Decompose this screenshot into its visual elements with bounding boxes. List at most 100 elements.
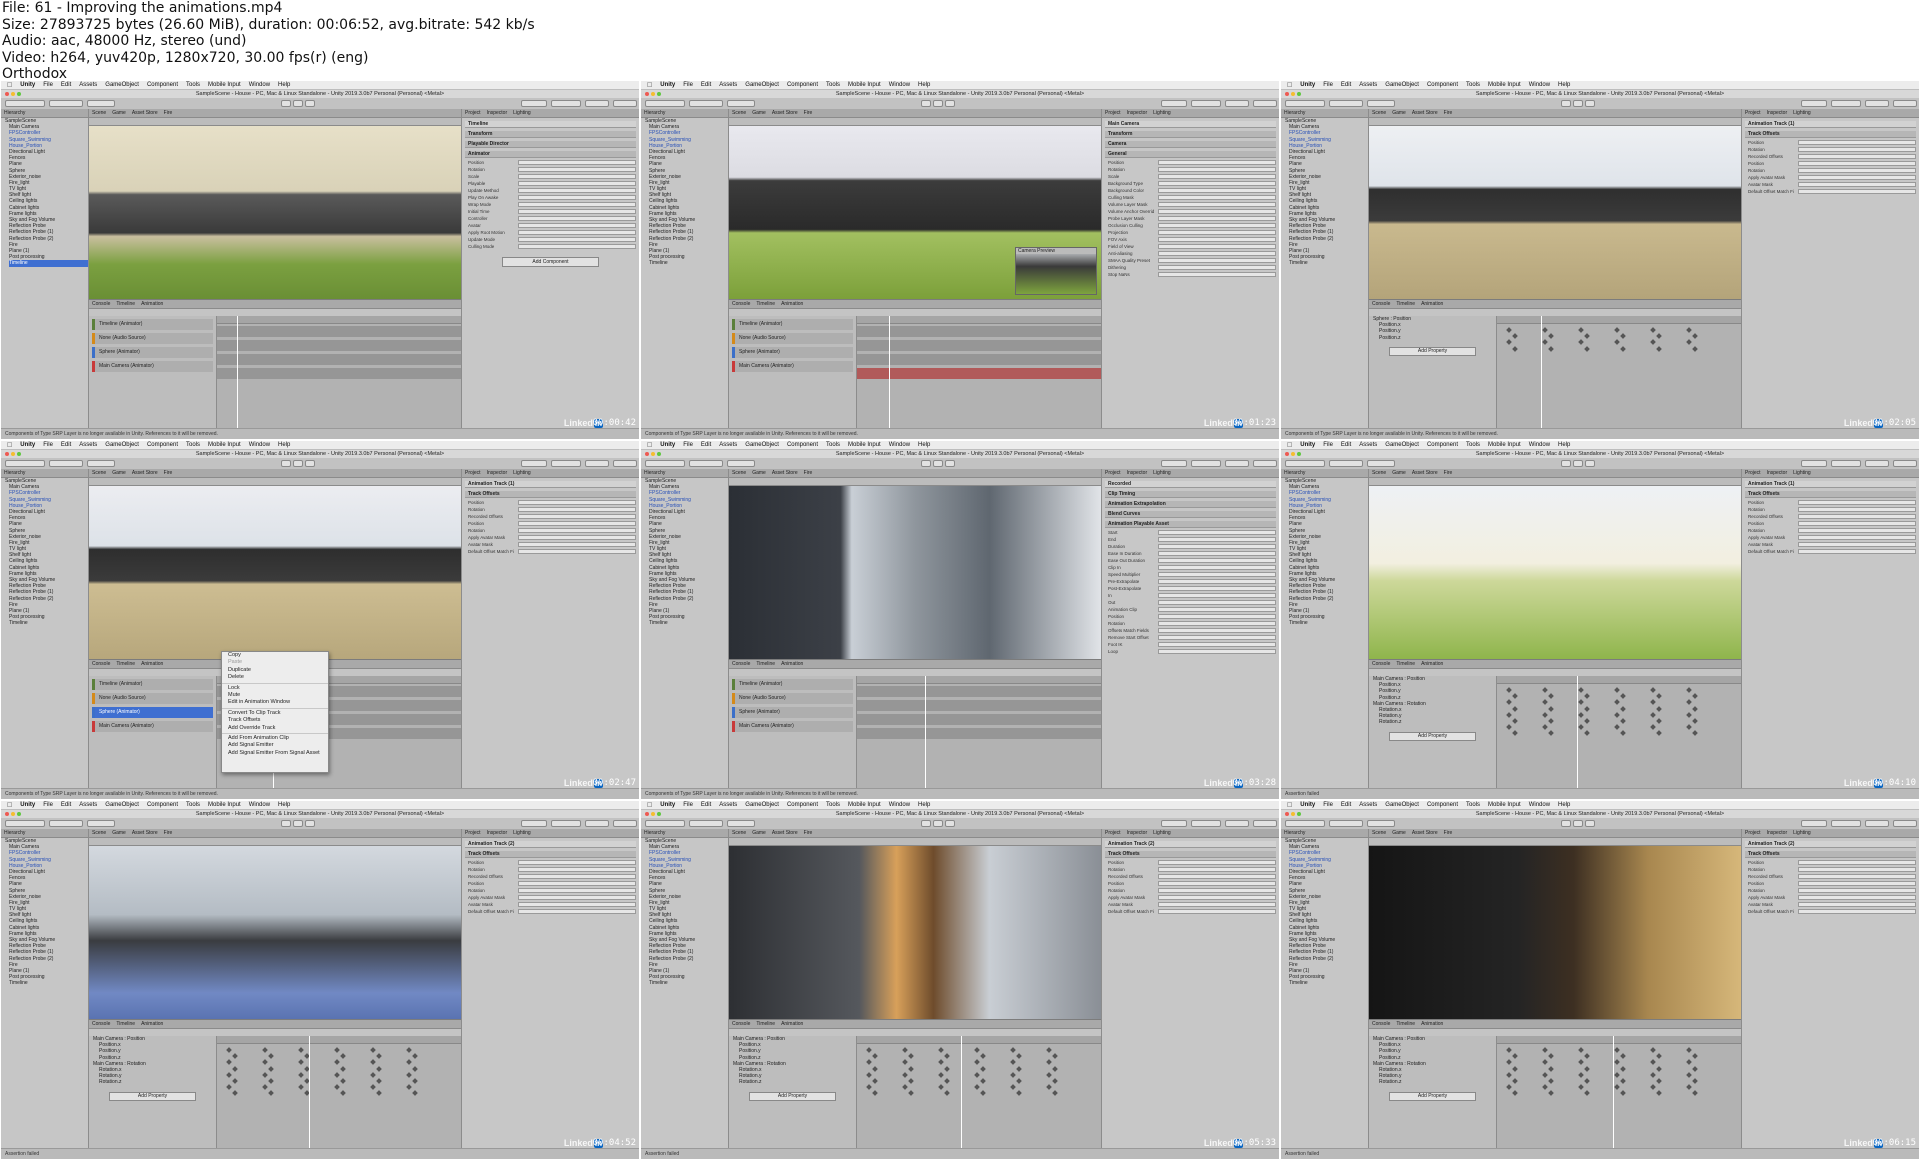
menu-item-window[interactable]: Window: [889, 442, 910, 448]
inspector-field[interactable]: [1158, 202, 1276, 207]
keyframe-icon[interactable]: [1010, 1059, 1016, 1066]
tab-hierarchy[interactable]: Hierarchy: [641, 469, 668, 477]
toolbar-button[interactable]: [1367, 460, 1395, 467]
keyframe-icon[interactable]: [1650, 1047, 1656, 1053]
tab-project[interactable]: Project: [462, 469, 484, 477]
inspector-field[interactable]: [1798, 507, 1916, 512]
keyframe-icon[interactable]: [1650, 1084, 1656, 1091]
keyframe-icon[interactable]: [1650, 687, 1656, 693]
inspector-section[interactable]: General: [1105, 151, 1276, 158]
keyframe-icon[interactable]: [1548, 333, 1554, 340]
playhead[interactable]: [237, 316, 238, 430]
toolbar-button[interactable]: [1561, 100, 1571, 107]
inspector-section[interactable]: Transform: [465, 131, 636, 138]
toolbar-button[interactable]: [585, 100, 609, 107]
menu-item-gameobject[interactable]: GameObject: [105, 82, 139, 88]
menu-item-component[interactable]: Component: [147, 82, 178, 88]
inspector-field[interactable]: [518, 209, 636, 214]
menu-item-help[interactable]: Help: [1558, 802, 1570, 808]
tab-hierarchy[interactable]: Hierarchy: [1281, 829, 1308, 837]
keyframe-icon[interactable]: [1578, 327, 1584, 333]
inspector-field[interactable]: [1158, 230, 1276, 235]
toolbar-button[interactable]: [1367, 100, 1395, 107]
menu-item-tools[interactable]: Tools: [826, 82, 840, 88]
keyframe-icon[interactable]: [1046, 1071, 1052, 1078]
toolbar-button[interactable]: [689, 100, 723, 107]
keyframe-icon[interactable]: [1046, 1059, 1052, 1066]
inspector-field[interactable]: [518, 528, 636, 533]
keyframe-icon[interactable]: [902, 1047, 908, 1053]
inspector-field[interactable]: [1158, 614, 1276, 619]
keyframe-icon[interactable]: [1052, 1065, 1058, 1072]
menu-item-gameobject[interactable]: GameObject: [1385, 82, 1419, 88]
menu-item-file[interactable]: File: [683, 82, 693, 88]
keyframe-icon[interactable]: [1578, 1047, 1584, 1053]
tab-scene[interactable]: Scene: [729, 469, 749, 477]
toolbar-button[interactable]: [585, 460, 609, 467]
add-property-button[interactable]: Add Property: [1389, 346, 1476, 356]
context-menu-item[interactable]: Copy: [222, 652, 328, 659]
hierarchy-item[interactable]: Timeline: [649, 980, 728, 986]
keyframe-icon[interactable]: [1656, 718, 1662, 724]
minimize-button[interactable]: [651, 92, 655, 96]
menu-item-help[interactable]: Help: [1558, 442, 1570, 448]
minimize-button[interactable]: [1291, 452, 1295, 456]
keyframe-icon[interactable]: [1650, 1059, 1656, 1066]
keyframe-icon[interactable]: [1686, 1047, 1692, 1053]
menu-item-file[interactable]: File: [43, 442, 53, 448]
menu-item-file[interactable]: File: [683, 802, 693, 808]
menu-item-assets[interactable]: Assets: [719, 82, 737, 88]
keyframe-icon[interactable]: [406, 1047, 412, 1053]
menu-item-edit[interactable]: Edit: [61, 802, 71, 808]
menu-item-window[interactable]: Window: [1529, 82, 1550, 88]
tab-fire[interactable]: Fire: [801, 109, 816, 117]
tab-scene[interactable]: Scene: [1369, 109, 1389, 117]
toolbar-button[interactable]: [1329, 820, 1363, 827]
keyframe-icon[interactable]: [872, 1090, 878, 1097]
menu-item-unity[interactable]: Unity: [20, 442, 35, 448]
keyframe-icon[interactable]: [1052, 1053, 1058, 1060]
menu-item-mobile-input[interactable]: Mobile Input: [848, 82, 881, 88]
keyframe-icon[interactable]: [340, 1053, 346, 1060]
toolbar-button[interactable]: [281, 820, 291, 827]
tab-project[interactable]: Project: [1102, 109, 1124, 117]
inspector-field[interactable]: [518, 216, 636, 221]
inspector-field[interactable]: [1158, 860, 1276, 865]
keyframe-icon[interactable]: [938, 1084, 944, 1091]
keyframe-icon[interactable]: [226, 1047, 232, 1053]
toolbar-button[interactable]: [551, 100, 581, 107]
keyframe-icon[interactable]: [232, 1065, 238, 1072]
hierarchy-item[interactable]: Timeline: [649, 260, 728, 266]
keyframe-icon[interactable]: [1686, 711, 1692, 718]
inspector-field[interactable]: [1158, 874, 1276, 879]
keyframe-icon[interactable]: [1548, 345, 1554, 352]
apple-icon[interactable]: : [7, 82, 12, 89]
keyframe-icon[interactable]: [1620, 1053, 1626, 1060]
hierarchy-item[interactable]: Timeline: [649, 620, 728, 626]
toolbar-button[interactable]: [1801, 460, 1827, 467]
keyframe-icon[interactable]: [1046, 1047, 1052, 1053]
apple-icon[interactable]: : [1287, 442, 1292, 449]
inspector-field[interactable]: [1798, 161, 1916, 166]
keyframe-icon[interactable]: [262, 1084, 268, 1091]
keyframe-icon[interactable]: [1686, 1084, 1692, 1091]
keyframe-icon[interactable]: [1692, 693, 1698, 700]
context-menu-item[interactable]: Mute: [222, 692, 328, 699]
keyframe-icon[interactable]: [298, 1059, 304, 1066]
inspector-field[interactable]: [1798, 175, 1916, 180]
toolbar-button[interactable]: [305, 460, 315, 467]
keyframe-icon[interactable]: [1692, 333, 1698, 340]
toolbar-button[interactable]: [521, 820, 547, 827]
tab-timeline[interactable]: Timeline: [753, 1020, 778, 1028]
menu-item-component[interactable]: Component: [1427, 802, 1458, 808]
keyframe-icon[interactable]: [1512, 718, 1518, 724]
keyframe-icon[interactable]: [1548, 705, 1554, 712]
keyframe-icon[interactable]: [1614, 339, 1620, 346]
hierarchy-item[interactable]: Timeline: [1289, 260, 1368, 266]
inspector-field[interactable]: [518, 867, 636, 872]
tab-fire[interactable]: Fire: [1441, 829, 1456, 837]
menu-item-help[interactable]: Help: [918, 82, 930, 88]
toolbar-button[interactable]: [5, 460, 45, 467]
tab-project[interactable]: Project: [1742, 829, 1764, 837]
menu-item-gameobject[interactable]: GameObject: [745, 82, 779, 88]
